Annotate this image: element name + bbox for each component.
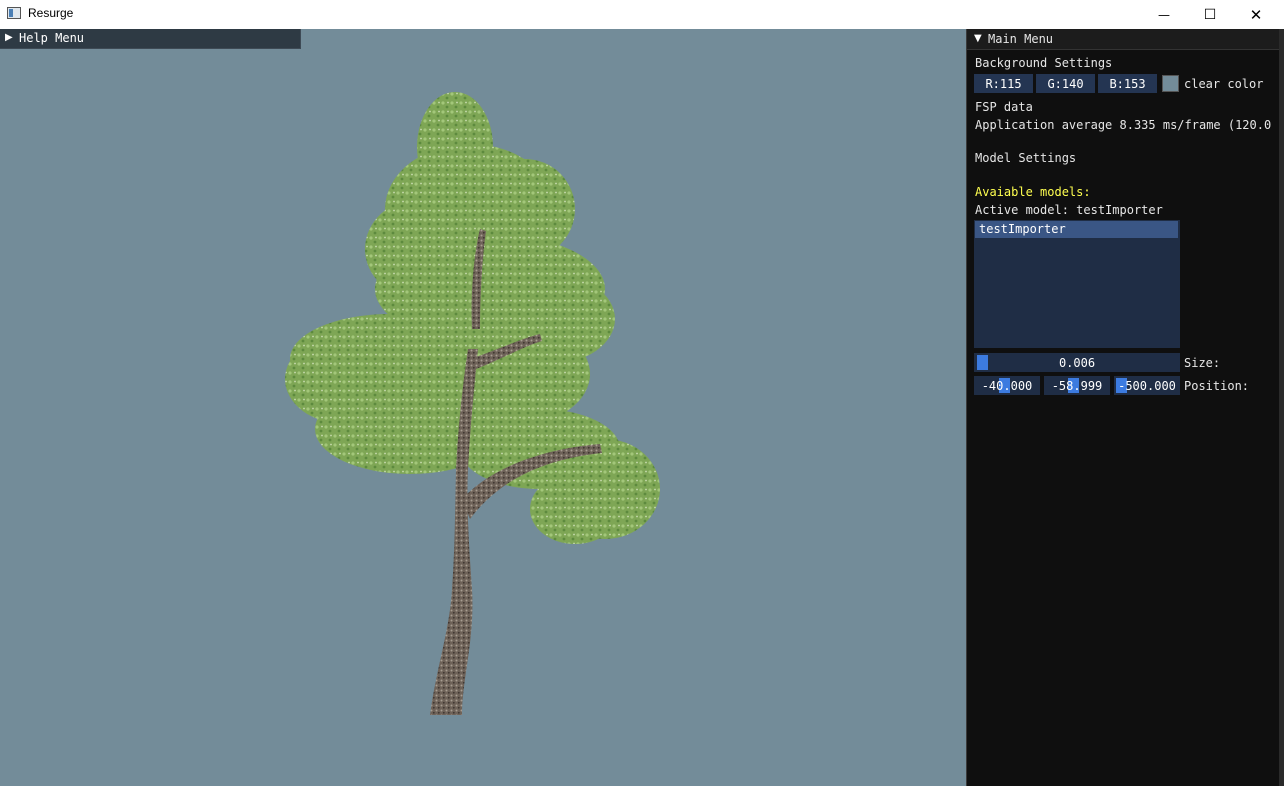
maximize-icon: ☐	[1203, 6, 1217, 23]
close-button[interactable]: ✕	[1233, 0, 1279, 29]
render-viewport[interactable]	[0, 29, 966, 786]
available-models-label: Avaiable models:	[975, 185, 1091, 199]
maximize-button[interactable]: ☐	[1187, 0, 1233, 29]
active-model-text: Active model: testImporter	[975, 203, 1163, 217]
bg-red-input[interactable]: R:115	[974, 74, 1033, 93]
window-title-bar[interactable]: Resurge — ☐ ✕	[0, 0, 1284, 29]
tree-model	[285, 92, 660, 715]
position-y-value: -58.999	[1051, 378, 1103, 393]
size-value: 0.006	[1058, 355, 1096, 370]
expand-arrow-icon: ▶	[5, 32, 13, 43]
help-menu-label: Help Menu	[19, 31, 85, 45]
list-item[interactable]: testImporter	[975, 221, 1178, 238]
position-x-value: -40.000	[981, 378, 1033, 393]
model-settings-heading: Model Settings	[975, 151, 1077, 165]
slider-grab[interactable]	[977, 355, 988, 370]
help-menu-header[interactable]: ▶ Help Menu	[0, 29, 301, 49]
position-label: Position:	[1184, 379, 1250, 393]
bg-blue-input[interactable]: B:153	[1098, 74, 1157, 93]
size-slider[interactable]: 0.006	[974, 353, 1180, 372]
minimize-button[interactable]: —	[1141, 0, 1187, 29]
clear-color-label: clear color	[1184, 77, 1264, 91]
main-menu-header[interactable]: ▼ Main Menu	[967, 29, 1280, 50]
fps-heading: FSP data	[975, 100, 1033, 114]
position-x-slider[interactable]: -40.000	[974, 376, 1040, 395]
background-settings-heading: Background Settings	[975, 56, 1113, 70]
clear-color-swatch[interactable]	[1162, 75, 1179, 92]
bg-green-input[interactable]: G:140	[1036, 74, 1095, 93]
position-y-slider[interactable]: -58.999	[1044, 376, 1110, 395]
position-z-value: -500.000	[1118, 378, 1176, 393]
main-menu-panel: ▼ Main Menu Background Settings R:115 G:…	[966, 29, 1280, 786]
main-menu-label: Main Menu	[988, 32, 1054, 46]
minimize-icon: —	[1158, 7, 1170, 22]
fps-readout: Application average 8.335 ms/frame (120.…	[975, 118, 1280, 132]
position-z-slider[interactable]: -500.000	[1114, 376, 1180, 395]
window-title: Resurge	[28, 6, 74, 20]
models-listbox[interactable]: testImporter	[974, 220, 1180, 348]
app-icon	[7, 7, 21, 19]
collapse-arrow-icon: ▼	[974, 33, 982, 44]
size-label: Size:	[1184, 356, 1221, 370]
close-icon: ✕	[1249, 5, 1263, 24]
panel-scrollbar[interactable]	[1279, 29, 1284, 786]
